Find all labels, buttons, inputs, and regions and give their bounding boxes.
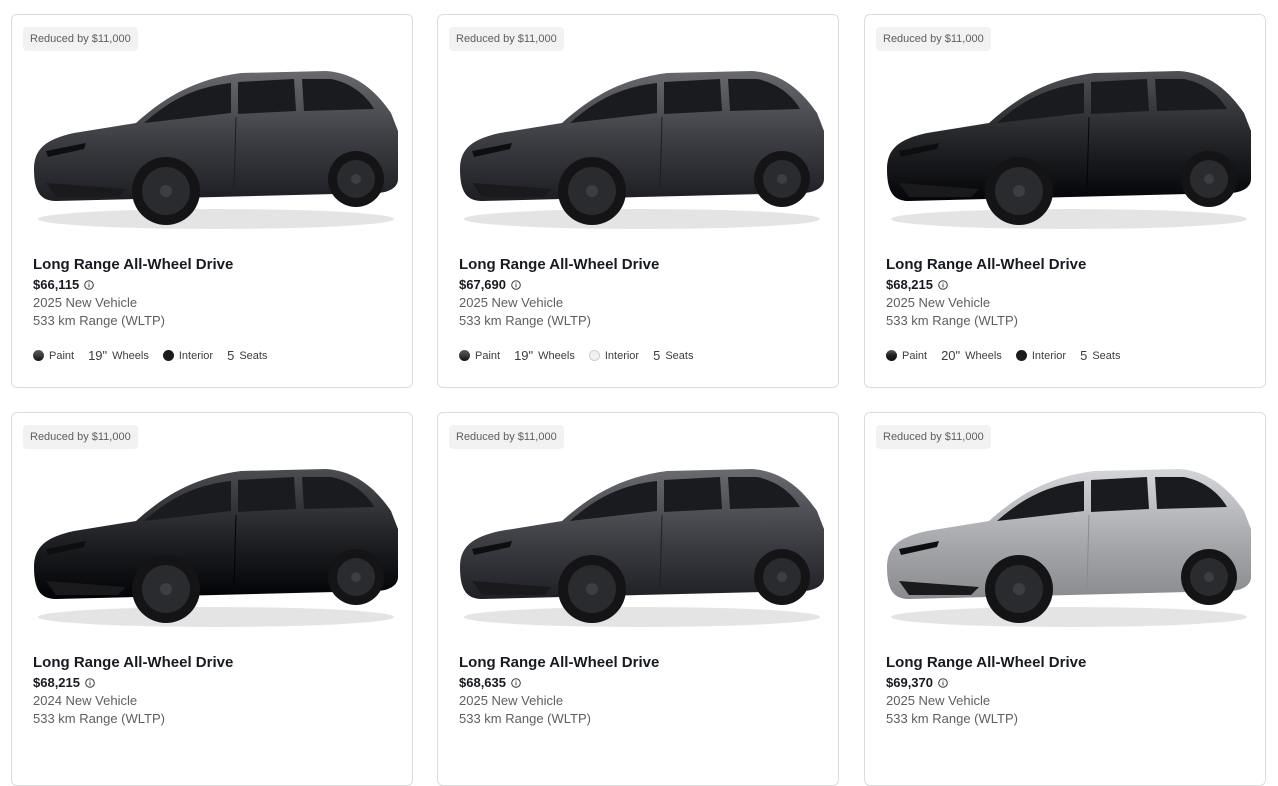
vehicle-price: $67,690 bbox=[459, 277, 506, 292]
info-icon[interactable] bbox=[938, 677, 948, 688]
inventory-card-4[interactable]: Reduced by $11,000 Long Range All-Wheel … bbox=[11, 412, 413, 786]
price-row: $67,690 bbox=[459, 277, 521, 292]
car-image bbox=[34, 469, 398, 627]
wheels-size: 19" bbox=[514, 348, 534, 363]
price-row: $68,635 bbox=[459, 675, 521, 690]
vehicle-price: $68,215 bbox=[33, 675, 80, 690]
vehicle-condition: 2025 New Vehicle bbox=[33, 295, 138, 310]
info-icon[interactable] bbox=[511, 677, 521, 688]
vehicle-range: 533 km Range (WLTP) bbox=[459, 711, 591, 726]
interior-swatch-icon bbox=[1015, 350, 1027, 361]
feature-row: Paint 19" Wheels Interior 5 Seats bbox=[459, 348, 707, 363]
interior-swatch-icon bbox=[588, 350, 600, 361]
vehicle-range: 533 km Range (WLTP) bbox=[459, 313, 591, 328]
vehicle-title[interactable]: Long Range All-Wheel Drive bbox=[886, 256, 1086, 273]
wheels-size: 19" bbox=[88, 348, 108, 363]
vehicle-range: 533 km Range (WLTP) bbox=[886, 711, 1018, 726]
seats-label: Seats bbox=[665, 349, 694, 362]
paint-swatch-icon bbox=[459, 350, 470, 361]
car-image bbox=[887, 71, 1251, 229]
vehicle-condition: 2025 New Vehicle bbox=[886, 295, 991, 310]
price-row: $68,215 bbox=[33, 675, 95, 690]
price-row: $66,115 bbox=[33, 277, 95, 292]
price-reduction-badge: Reduced by $11,000 bbox=[449, 425, 564, 449]
paint-label: Paint bbox=[49, 349, 75, 362]
car-image bbox=[460, 469, 824, 627]
wheels-label: Wheels bbox=[965, 349, 1002, 362]
inventory-card-5[interactable]: Reduced by $11,000 Long Range All-Wheel … bbox=[437, 412, 839, 786]
seats-label: Seats bbox=[239, 349, 268, 362]
vehicle-condition: 2025 New Vehicle bbox=[886, 693, 991, 708]
vehicle-range: 533 km Range (WLTP) bbox=[886, 313, 1018, 328]
price-reduction-badge: Reduced by $11,000 bbox=[23, 425, 138, 449]
paint-swatch-icon bbox=[33, 350, 44, 361]
car-image bbox=[460, 71, 824, 229]
vehicle-condition: 2025 New Vehicle bbox=[459, 295, 564, 310]
inventory-card-6[interactable]: Reduced by $11,000 Long Range All-Wheel … bbox=[864, 412, 1266, 786]
price-reduction-badge: Reduced by $11,000 bbox=[23, 27, 138, 51]
vehicle-price: $68,635 bbox=[459, 675, 506, 690]
info-icon[interactable] bbox=[84, 279, 95, 290]
interior-label: Interior bbox=[604, 349, 640, 362]
vehicle-title[interactable]: Long Range All-Wheel Drive bbox=[33, 256, 233, 273]
paint-label: Paint bbox=[475, 349, 501, 362]
inventory-card-1[interactable]: Reduced by $11,000 Long Range All-Wheel … bbox=[11, 14, 413, 388]
feature-row: Paint 19" Wheels Interior 5 Seats bbox=[33, 348, 281, 363]
vehicle-title[interactable]: Long Range All-Wheel Drive bbox=[459, 654, 659, 671]
vehicle-title[interactable]: Long Range All-Wheel Drive bbox=[886, 654, 1086, 671]
info-icon[interactable] bbox=[938, 279, 948, 290]
price-reduction-badge: Reduced by $11,000 bbox=[876, 425, 991, 449]
seats-label: Seats bbox=[1092, 349, 1121, 362]
vehicle-title[interactable]: Long Range All-Wheel Drive bbox=[33, 654, 233, 671]
feature-row: Paint 20" Wheels Interior 5 Seats bbox=[886, 348, 1134, 363]
price-reduction-badge: Reduced by $11,000 bbox=[876, 27, 991, 51]
vehicle-title[interactable]: Long Range All-Wheel Drive bbox=[459, 256, 659, 273]
vehicle-condition: 2025 New Vehicle bbox=[459, 693, 564, 708]
wheels-label: Wheels bbox=[112, 349, 149, 362]
vehicle-price: $69,370 bbox=[886, 675, 933, 690]
info-icon[interactable] bbox=[511, 279, 521, 290]
price-row: $68,215 bbox=[886, 277, 948, 292]
vehicle-price: $66,115 bbox=[33, 277, 80, 292]
price-reduction-badge: Reduced by $11,000 bbox=[449, 27, 564, 51]
info-icon[interactable] bbox=[85, 677, 95, 688]
vehicle-condition: 2024 New Vehicle bbox=[33, 693, 138, 708]
seats-count: 5 bbox=[227, 348, 235, 363]
interior-label: Interior bbox=[1031, 349, 1067, 362]
price-row: $69,370 bbox=[886, 675, 948, 690]
wheels-label: Wheels bbox=[538, 349, 575, 362]
paint-label: Paint bbox=[902, 349, 928, 362]
inventory-card-3[interactable]: Reduced by $11,000 Long Range All-Wheel … bbox=[864, 14, 1266, 388]
interior-label: Interior bbox=[178, 349, 214, 362]
paint-swatch-icon bbox=[886, 350, 897, 361]
car-image bbox=[34, 71, 398, 229]
vehicle-price: $68,215 bbox=[886, 277, 933, 292]
seats-count: 5 bbox=[653, 348, 661, 363]
car-image bbox=[887, 469, 1251, 627]
vehicle-range: 533 km Range (WLTP) bbox=[33, 313, 165, 328]
interior-swatch-icon bbox=[162, 350, 174, 361]
wheels-size: 20" bbox=[941, 348, 961, 363]
seats-count: 5 bbox=[1080, 348, 1088, 363]
inventory-card-2[interactable]: Reduced by $11,000 Long Range All-Wheel … bbox=[437, 14, 839, 388]
vehicle-range: 533 km Range (WLTP) bbox=[33, 711, 165, 726]
